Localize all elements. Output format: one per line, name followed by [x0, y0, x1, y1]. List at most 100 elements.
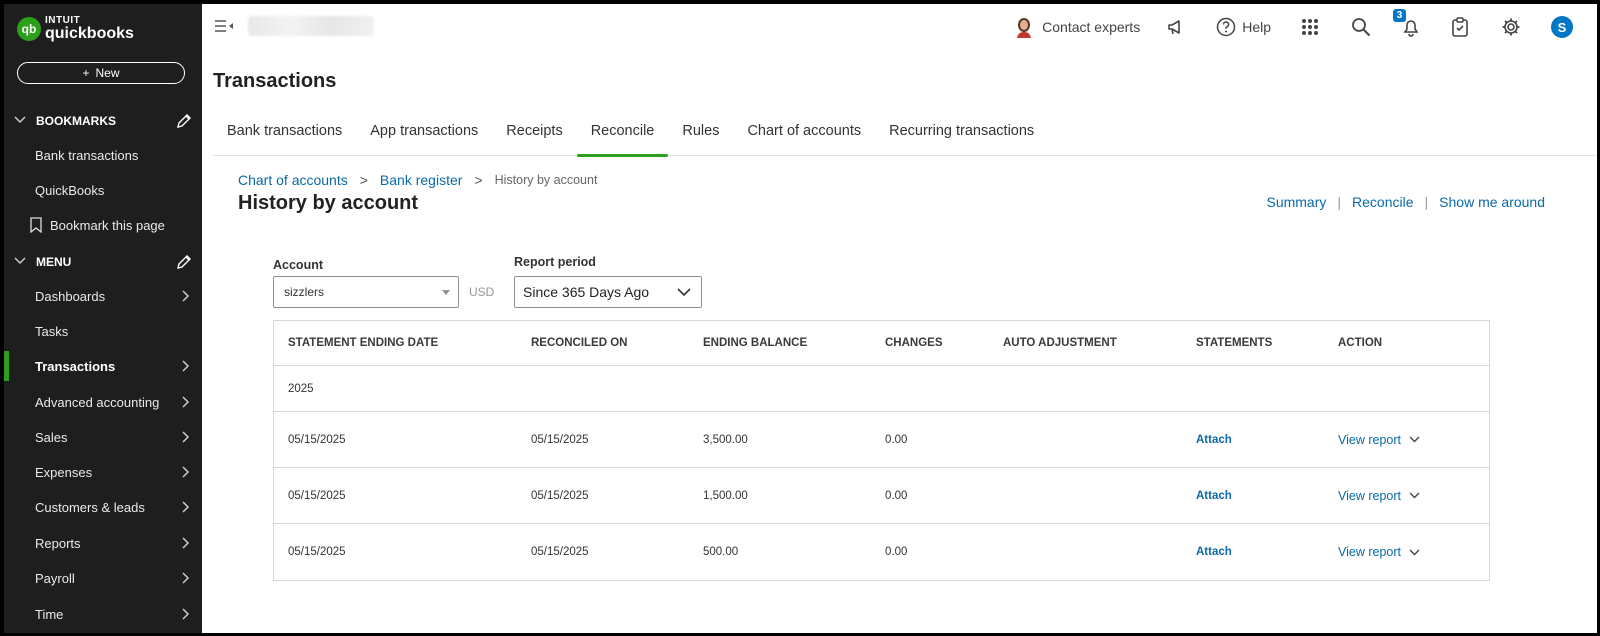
new-button-label: New [95, 66, 120, 80]
search-icon[interactable] [1351, 17, 1371, 37]
column-header[interactable]: RECONCILED ON [531, 337, 627, 349]
user-avatar[interactable]: S [1551, 16, 1573, 38]
sidebar-item-payroll[interactable]: Payroll [4, 563, 202, 593]
expert-avatar-icon [1017, 18, 1032, 38]
help-button[interactable]: Help [1216, 17, 1271, 37]
chevron-right-icon [182, 466, 190, 478]
page-title: Transactions [213, 70, 337, 92]
attach-statement-link[interactable]: Attach [1196, 434, 1232, 446]
sidebar-item-advanced-accounting[interactable]: Advanced accounting [4, 387, 202, 417]
sidebar-item-time[interactable]: Time [4, 599, 202, 629]
header-links: Summary | Reconcile | Show me around [1266, 194, 1545, 210]
ending-balance: 1,500.00 [703, 489, 748, 502]
breadcrumb: Chart of accounts > Bank register > Hist… [238, 172, 597, 188]
chevron-right-icon [182, 360, 190, 372]
quickbooks-logo[interactable]: qb INTUIT quickbooks [17, 16, 134, 42]
transactions-tabs: Bank transactions App transactions Recei… [213, 118, 1597, 157]
edit-menu-icon[interactable] [176, 254, 192, 270]
tab-app-transactions[interactable]: App transactions [356, 118, 492, 156]
help-label: Help [1242, 19, 1271, 35]
table-header-row: STATEMENT ENDING DATE RECONCILED ON ENDI… [274, 321, 1489, 366]
breadcrumb-chart-of-accounts[interactable]: Chart of accounts [238, 172, 348, 188]
chevron-down-icon[interactable] [1409, 549, 1420, 556]
menu-toggle-icon[interactable] [214, 18, 234, 34]
notifications-icon[interactable]: 3 [1393, 9, 1421, 37]
bookmark-this-page[interactable]: Bookmark this page [4, 210, 202, 240]
breadcrumb-separator: > [359, 172, 368, 188]
tab-chart-of-accounts[interactable]: Chart of accounts [733, 118, 875, 156]
ending-balance: 500.00 [703, 546, 739, 558]
apps-grid-icon[interactable] [1301, 17, 1321, 37]
view-report-action[interactable]: View report [1338, 433, 1420, 447]
breadcrumb-bank-register[interactable]: Bank register [380, 172, 462, 188]
chevron-down-icon [14, 115, 30, 127]
announcements-icon[interactable] [1166, 17, 1186, 37]
attach-statement-link[interactable]: Attach [1196, 546, 1232, 558]
column-header[interactable]: STATEMENT ENDING DATE [288, 337, 438, 349]
bookmark-item-bank-transactions[interactable]: Bank transactions [4, 140, 202, 170]
bookmark-item-label: Bank transactions [35, 147, 139, 163]
tab-recurring-transactions[interactable]: Recurring transactions [875, 118, 1048, 156]
sidebar-item-customers-leads[interactable]: Customers & leads [4, 492, 202, 522]
contact-experts-button[interactable]: Contact experts [1014, 16, 1140, 38]
currency-label: USD [469, 285, 495, 299]
chevron-right-icon [182, 431, 190, 443]
sidebar-item-label: Expenses [35, 464, 93, 480]
sidebar-item-dashboards[interactable]: Dashboards [4, 281, 202, 311]
breadcrumb-current: History by account [494, 173, 598, 187]
link-divider: | [1337, 194, 1342, 210]
chevron-down-icon [14, 256, 30, 268]
bookmark-this-page-label: Bookmark this page [50, 217, 165, 233]
plus-icon: + [82, 66, 90, 80]
attach-statement-link[interactable]: Attach [1196, 490, 1232, 502]
bookmarks-header[interactable]: BOOKMARKS [14, 113, 192, 129]
year-group-label: 2025 [288, 382, 314, 395]
edit-bookmarks-icon[interactable] [176, 113, 192, 129]
reconcile-history-table: STATEMENT ENDING DATE RECONCILED ON ENDI… [273, 320, 1490, 581]
menu-header-label: MENU [36, 255, 72, 269]
report-period-select[interactable]: Since 365 Days Ago [514, 276, 702, 308]
summary-link[interactable]: Summary [1266, 194, 1326, 210]
tab-receipts[interactable]: Receipts [492, 118, 576, 156]
chevron-right-icon [182, 537, 190, 549]
top-bar: Contact experts Help 3 S [202, 4, 1597, 50]
changes: 0.00 [885, 546, 908, 558]
company-name-redacted [248, 16, 374, 36]
statement-ending-date: 05/15/2025 [288, 546, 346, 558]
tasks-clipboard-icon[interactable] [1451, 17, 1471, 37]
sidebar-item-expenses[interactable]: Expenses [4, 457, 202, 487]
column-header[interactable]: AUTO ADJUSTMENT [1003, 337, 1117, 349]
chevron-right-icon [182, 608, 190, 620]
sidebar-item-reports[interactable]: Reports [4, 528, 202, 558]
new-button[interactable]: + New [17, 62, 185, 84]
menu-header[interactable]: MENU [14, 254, 192, 270]
settings-gear-icon[interactable] [1501, 17, 1521, 37]
account-label: Account [273, 258, 323, 272]
reconciled-on: 05/15/2025 [531, 546, 589, 558]
bookmark-item-quickbooks[interactable]: QuickBooks [4, 175, 202, 205]
column-header[interactable]: CHANGES [885, 337, 943, 349]
table-row: 05/15/2025 05/15/2025 500.00 0.00 Attach… [274, 524, 1489, 580]
tab-bank-transactions[interactable]: Bank transactions [213, 118, 356, 156]
chevron-down-icon[interactable] [1409, 492, 1420, 499]
account-select[interactable]: sizzlers [273, 276, 459, 308]
sidebar: qb INTUIT quickbooks + New BOOKMARKS Ban… [4, 4, 202, 633]
show-me-around-link[interactable]: Show me around [1439, 194, 1545, 210]
view-report-action[interactable]: View report [1338, 489, 1420, 503]
table-row: 05/15/2025 05/15/2025 3,500.00 0.00 Atta… [274, 412, 1489, 468]
statement-ending-date: 05/15/2025 [288, 489, 346, 502]
tab-rules[interactable]: Rules [668, 118, 733, 156]
view-report-action[interactable]: View report [1338, 545, 1420, 559]
sidebar-item-label: Customers & leads [35, 499, 145, 515]
tab-reconcile[interactable]: Reconcile [576, 118, 669, 157]
chevron-down-icon [677, 288, 691, 297]
sidebar-item-tasks[interactable]: Tasks [4, 316, 202, 346]
sidebar-item-sales[interactable]: Sales [4, 422, 202, 452]
sidebar-item-label: Tasks [35, 323, 69, 339]
column-header[interactable]: ENDING BALANCE [703, 337, 807, 349]
chevron-down-icon[interactable] [1409, 436, 1420, 443]
sidebar-item-transactions[interactable]: Transactions [4, 351, 202, 381]
changes: 0.00 [885, 489, 908, 502]
bookmark-icon [30, 217, 42, 233]
reconcile-link[interactable]: Reconcile [1352, 194, 1413, 210]
